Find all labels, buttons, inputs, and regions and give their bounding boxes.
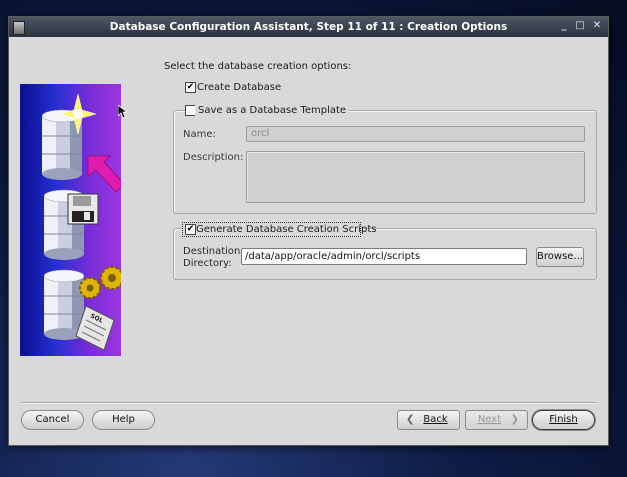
maximize-icon[interactable]: □ xyxy=(574,20,586,32)
template-name-label: Name: xyxy=(183,129,216,140)
template-name-field[interactable]: orcl xyxy=(246,126,585,142)
minimize-icon[interactable]: _ xyxy=(558,20,570,32)
wizard-graphic: SQL xyxy=(20,84,121,356)
arrow-icon xyxy=(87,155,121,193)
footer-separator xyxy=(21,402,596,404)
gear-icon xyxy=(79,266,121,299)
generate-scripts-label[interactable]: Generate Database Creation Scripts xyxy=(196,224,376,235)
directory-label: Directory: xyxy=(183,258,232,269)
next-label: Next xyxy=(477,414,502,425)
template-description-label: Description: xyxy=(183,152,244,163)
chevron-left-icon: ❮ xyxy=(406,414,415,425)
cancel-button[interactable]: Cancel xyxy=(21,410,84,430)
generate-scripts-checkbox[interactable]: ✔ xyxy=(185,224,196,235)
next-button[interactable]: Next ❯ xyxy=(465,410,528,430)
chevron-right-icon: ❯ xyxy=(510,414,519,425)
back-label: Back xyxy=(423,414,448,425)
finish-label: Finish xyxy=(549,414,578,425)
create-database-label[interactable]: Create Database xyxy=(197,82,281,93)
close-icon[interactable]: ✕ xyxy=(591,20,603,32)
destination-directory-input[interactable]: /data/app/oracle/admin/orcl/scripts xyxy=(241,248,527,265)
title-bar[interactable]: Database Configuration Assistant, Step 1… xyxy=(9,17,608,37)
floppy-disk-icon xyxy=(67,193,99,225)
save-template-label[interactable]: Save as a Database Template xyxy=(195,105,350,116)
mouse-cursor-icon xyxy=(118,105,128,119)
finish-button[interactable]: Finish xyxy=(532,410,595,430)
dialog-window: Database Configuration Assistant, Step 1… xyxy=(8,16,609,446)
destination-label: Destination xyxy=(183,246,241,257)
database-illustration: SQL xyxy=(41,93,121,351)
create-database-checkbox[interactable]: ✔ xyxy=(185,82,196,93)
help-button[interactable]: Help xyxy=(92,410,155,430)
browse-button[interactable]: Browse... xyxy=(536,247,584,267)
creation-prompt: Select the database creation options: xyxy=(164,61,352,72)
window-title: Database Configuration Assistant, Step 1… xyxy=(109,21,508,33)
template-description-field[interactable] xyxy=(246,151,585,203)
back-button[interactable]: ❮ Back xyxy=(397,410,460,430)
